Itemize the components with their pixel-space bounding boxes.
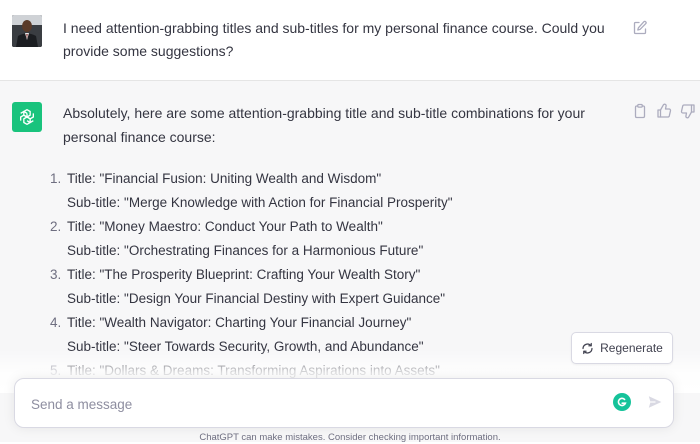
list-title: Title: "Financial Fusion: Uniting Wealth… [67, 171, 382, 186]
list-item: 2. Title: "Money Maestro: Conduct Your P… [47, 215, 607, 263]
edit-icon[interactable] [632, 20, 648, 36]
list-subtitle: Sub-title: "Design Your Financial Destin… [67, 291, 446, 306]
grammarly-icon[interactable] [613, 393, 631, 411]
chatgpt-logo-icon [12, 102, 42, 132]
thumbs-down-icon[interactable] [680, 103, 696, 119]
list-item: 4. Title: "Wealth Navigator: Charting Yo… [47, 311, 607, 359]
list-subtitle: Sub-title: "Orchestrating Finances for a… [67, 243, 424, 258]
regenerate-button[interactable]: Regenerate [571, 332, 673, 364]
user-message-text: I need attention-grabbing titles and sub… [63, 20, 605, 59]
refresh-icon [581, 342, 594, 355]
clipboard-icon[interactable] [632, 103, 648, 119]
user-avatar [12, 15, 42, 47]
thumbs-up-icon[interactable] [656, 103, 672, 119]
message-input[interactable] [29, 392, 593, 416]
list-number: 3. [50, 267, 62, 282]
list-number: 4. [50, 315, 62, 330]
user-avatar-photo [12, 15, 42, 47]
list-subtitle: Sub-title: "Merge Knowledge with Action … [67, 195, 453, 210]
user-message-row: I need attention-grabbing titles and sub… [0, 0, 700, 81]
list-title: Title: "Wealth Navigator: Charting Your … [67, 315, 412, 330]
list-subtitle: Sub-title: "Steer Towards Security, Grow… [67, 339, 424, 354]
assistant-intro-text: Absolutely, here are some attention-grab… [63, 105, 585, 145]
list-item: 1. Title: "Financial Fusion: Uniting Wea… [47, 167, 607, 215]
message-composer [14, 378, 674, 428]
list-title: Title: "Money Maestro: Conduct Your Path… [67, 219, 383, 234]
send-icon[interactable] [647, 394, 663, 410]
message-actions [632, 103, 696, 119]
list-item: 3. Title: "The Prosperity Blueprint: Cra… [47, 263, 607, 311]
regenerate-label: Regenerate [600, 341, 663, 355]
list-title: Title: "The Prosperity Blueprint: Crafti… [67, 267, 421, 282]
title-suggestion-list: 1. Title: "Financial Fusion: Uniting Wea… [47, 167, 607, 407]
disclaimer-text: ChatGPT can make mistakes. Consider chec… [199, 432, 501, 443]
list-number: 1. [50, 171, 62, 186]
list-number: 2. [50, 219, 62, 234]
